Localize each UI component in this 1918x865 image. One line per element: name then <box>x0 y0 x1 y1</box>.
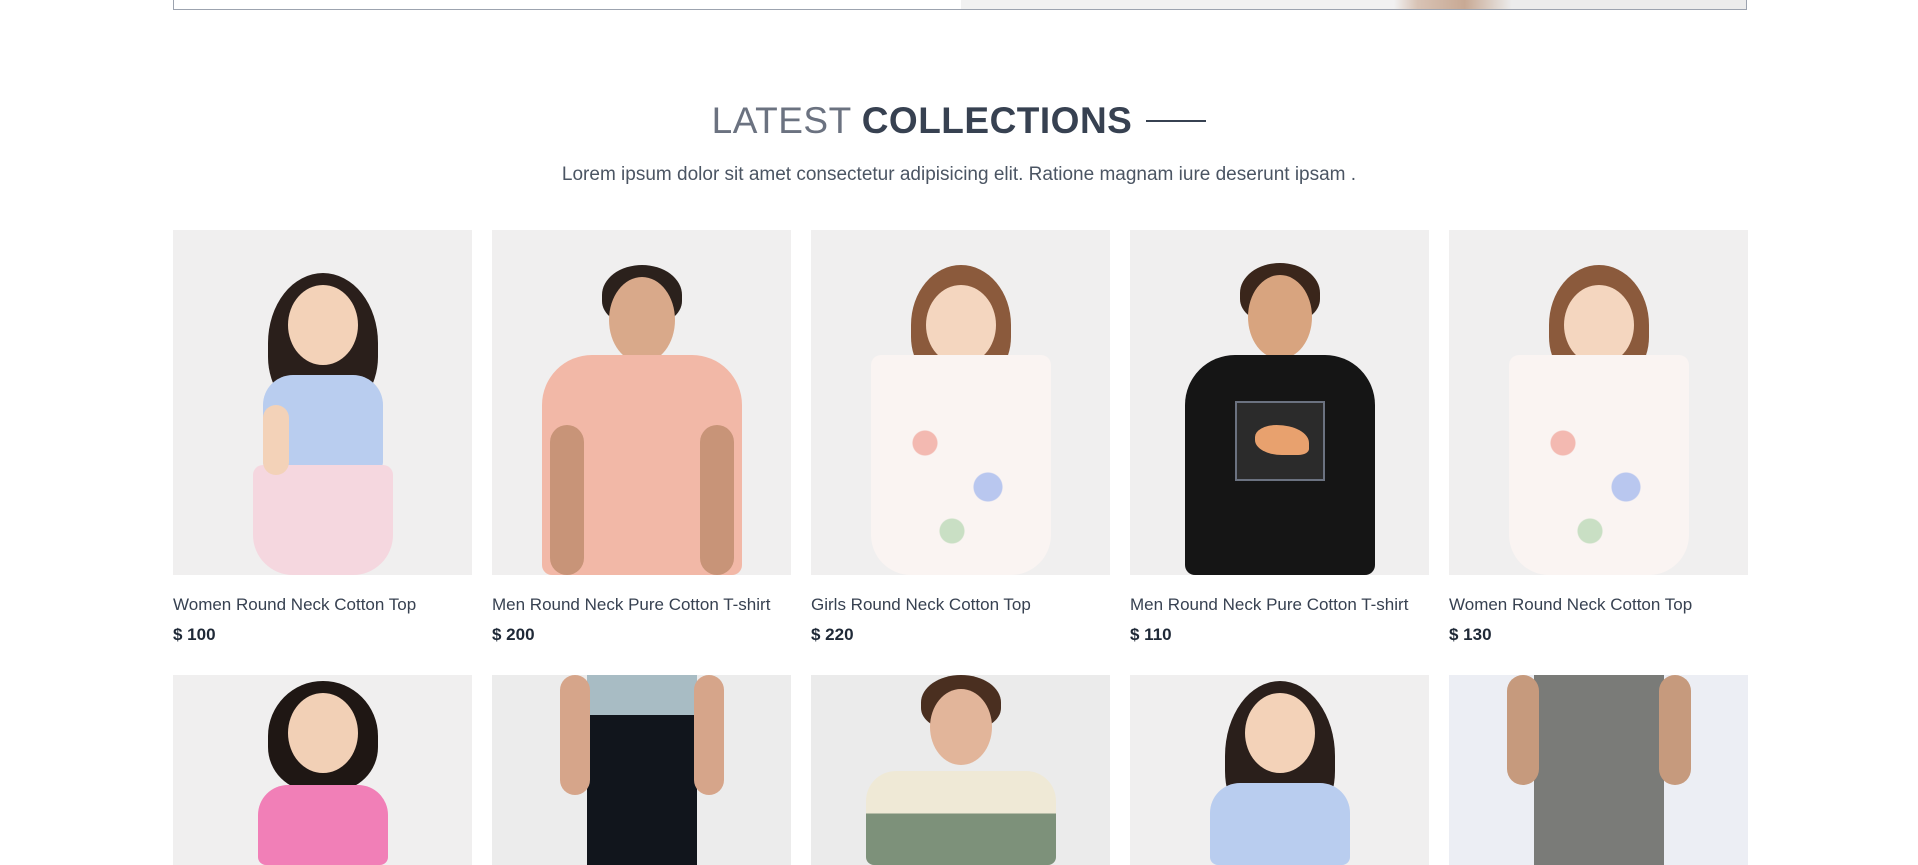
product-price: $ 220 <box>811 625 854 644</box>
product-name[interactable]: Women Round Neck Cotton Top <box>1449 595 1748 615</box>
product-image[interactable] <box>811 230 1110 575</box>
product-card[interactable] <box>492 675 791 865</box>
section-header: LATEST COLLECTIONS <box>0 100 1918 142</box>
product-name[interactable]: Girls Round Neck Cotton Top <box>811 595 1110 615</box>
product-grid: Women Round Neck Cotton Top $ 100 Men Ro… <box>173 230 1748 865</box>
hero-banner <box>173 0 1747 10</box>
title-strong: COLLECTIONS <box>861 100 1133 141</box>
product-image[interactable] <box>1449 675 1748 865</box>
product-image[interactable] <box>1130 675 1429 865</box>
product-image[interactable] <box>811 675 1110 865</box>
product-price: $ 200 <box>492 625 535 644</box>
product-card[interactable]: Men Round Neck Pure Cotton T-shirt $ 200 <box>492 230 791 645</box>
title-light: LATEST <box>711 100 852 141</box>
product-name[interactable]: Men Round Neck Pure Cotton T-shirt <box>492 595 791 615</box>
product-card[interactable] <box>173 675 472 865</box>
section-subtitle: Lorem ipsum dolor sit amet consectetur a… <box>561 164 1357 185</box>
product-card[interactable]: Men Round Neck Pure Cotton T-shirt $ 110 <box>1130 230 1429 645</box>
product-card[interactable] <box>811 675 1110 865</box>
product-card[interactable]: Women Round Neck Cotton Top $ 100 <box>173 230 472 645</box>
title-rule <box>1146 120 1207 122</box>
product-image[interactable] <box>1130 230 1429 575</box>
product-name[interactable]: Women Round Neck Cotton Top <box>173 595 472 615</box>
puma-logo-icon <box>1234 400 1325 481</box>
product-card[interactable]: Women Round Neck Cotton Top $ 130 <box>1449 230 1748 645</box>
product-name[interactable]: Men Round Neck Pure Cotton T-shirt <box>1130 595 1429 615</box>
product-image[interactable] <box>173 230 472 575</box>
product-image[interactable] <box>1449 230 1748 575</box>
product-card[interactable]: Girls Round Neck Cotton Top $ 220 <box>811 230 1110 645</box>
section-title: LATEST COLLECTIONS <box>712 100 1207 142</box>
product-card[interactable] <box>1130 675 1429 865</box>
product-card[interactable] <box>1449 675 1748 865</box>
product-image[interactable] <box>492 675 791 865</box>
product-price: $ 130 <box>1449 625 1492 644</box>
product-price: $ 110 <box>1130 625 1172 644</box>
product-image[interactable] <box>492 230 791 575</box>
product-image[interactable] <box>173 675 472 865</box>
hero-image <box>961 0 1746 9</box>
product-price: $ 100 <box>173 625 216 644</box>
